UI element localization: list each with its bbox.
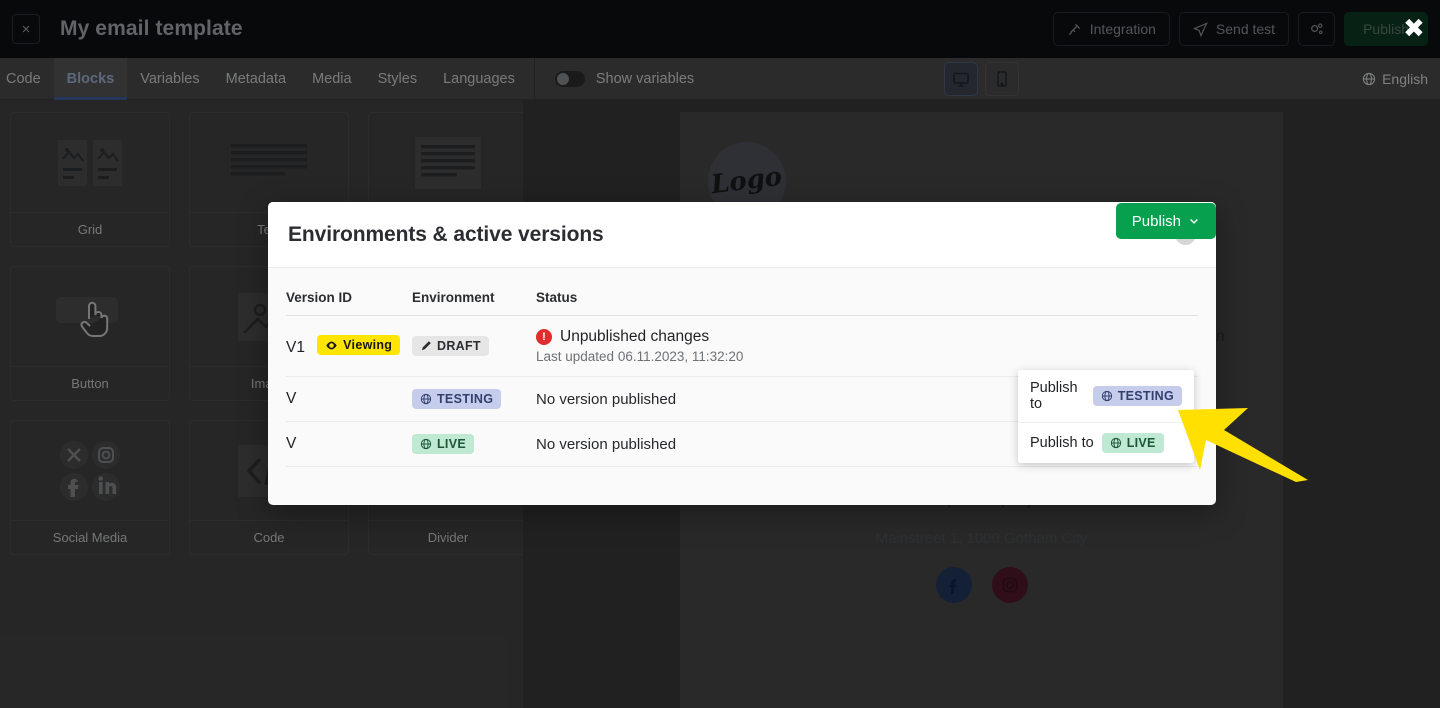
environment-badge-live: LIVE (412, 434, 474, 454)
versions-table-head: Version ID Environment Status (286, 290, 1198, 316)
cell-version-id: V (286, 422, 412, 467)
col-version-id: Version ID (286, 290, 412, 316)
status-text: No version published (536, 436, 676, 453)
globe-icon (420, 438, 432, 450)
eye-icon (325, 339, 338, 352)
cell-environment: DRAFT (412, 316, 536, 377)
table-row: V1 Viewing (286, 316, 1198, 377)
modal-header: Environments & active versions × (268, 202, 1216, 268)
alert-icon: ! (536, 329, 552, 345)
viewing-badge: Viewing (317, 335, 400, 355)
menu-item-publish-testing[interactable]: Publish to TESTING (1018, 370, 1194, 422)
status-text: No version published (536, 391, 676, 408)
cell-environment: TESTING (412, 377, 536, 422)
cell-version-id: V (286, 377, 412, 422)
environment-badge-label: TESTING (437, 392, 493, 406)
status-text: Unpublished changes (560, 328, 709, 346)
row-publish-label: Publish (1132, 213, 1181, 230)
globe-icon (420, 393, 432, 405)
version-id-value: V (286, 435, 296, 452)
environment-badge-label: LIVE (1127, 436, 1156, 450)
status-primary: ! Unpublished changes (536, 328, 1198, 346)
app-root: × My email template Integration Send tes… (0, 0, 1440, 708)
environment-badge-testing: TESTING (412, 389, 501, 409)
version-id-value: V1 (286, 339, 305, 356)
pencil-icon (420, 340, 432, 352)
chevron-down-icon (1188, 215, 1200, 227)
cell-status: ! Unpublished changes Last updated 06.11… (536, 316, 1198, 377)
environment-badge-testing: TESTING (1093, 386, 1182, 406)
menu-item-prefix: Publish to (1030, 380, 1085, 412)
environment-badge-label: LIVE (437, 437, 466, 451)
globe-icon (1110, 437, 1122, 449)
pointer-arrow (1176, 392, 1316, 487)
environments-modal: Environments & active versions × Version… (268, 202, 1216, 505)
environment-badge-label: DRAFT (437, 339, 481, 353)
viewing-badge-label: Viewing (343, 338, 392, 352)
publish-target-menu: Publish to TESTING Publish to LIVE (1018, 370, 1194, 463)
globe-icon (1101, 390, 1113, 402)
col-environment: Environment (412, 290, 536, 316)
version-id-value: V (286, 390, 296, 407)
cell-environment: LIVE (412, 422, 536, 467)
status-subtext: Last updated 06.11.2023, 11:32:20 (536, 349, 1198, 364)
overlay-close-icon[interactable]: ✖ (1403, 16, 1425, 42)
environment-badge-label: TESTING (1118, 389, 1174, 403)
environment-badge-live: LIVE (1102, 433, 1164, 453)
table-header-row: Version ID Environment Status (286, 290, 1198, 316)
col-status: Status (536, 290, 1198, 316)
cell-version-id: V1 Viewing (286, 316, 412, 377)
modal-title: Environments & active versions (288, 223, 604, 247)
environment-badge-draft: DRAFT (412, 336, 489, 356)
row-publish-button[interactable]: Publish (1116, 203, 1216, 239)
menu-item-publish-live[interactable]: Publish to LIVE (1018, 422, 1194, 463)
menu-item-prefix: Publish to (1030, 435, 1094, 451)
